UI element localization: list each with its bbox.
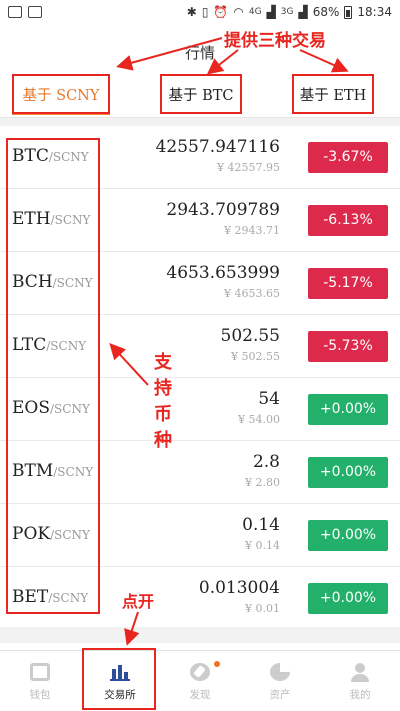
bottom-nav: 钱包 交易所 发现 资产 我的 — [0, 650, 400, 711]
change-badge[interactable]: +0.00% — [308, 394, 388, 425]
change-badge[interactable]: -3.67% — [308, 142, 388, 173]
notification-dot — [214, 661, 220, 667]
pie-icon — [270, 663, 290, 681]
annotation-box-nav-exchange — [82, 648, 156, 710]
last-price: 0.013004 — [198, 578, 280, 598]
last-price: 2943.709789 — [166, 200, 280, 220]
list-bottom-spacer — [0, 627, 400, 643]
price-cny: ¥ 42557.95 — [217, 161, 280, 174]
nav-profile[interactable]: 我的 — [320, 651, 400, 711]
nav-label: 我的 — [349, 689, 371, 701]
nav-wallet[interactable]: 钱包 — [0, 651, 80, 711]
price-cny: ¥ 0.14 — [245, 539, 280, 552]
annotation-box-tab-scny — [12, 74, 110, 114]
change-badge[interactable]: +0.00% — [308, 457, 388, 488]
last-price: 2.8 — [252, 452, 280, 472]
annotation-coins-note: 支持币种 — [154, 352, 172, 451]
nav-label: 发现 — [189, 689, 211, 701]
signal-icon-2: ▟ — [298, 5, 308, 19]
status-right: ✱ ▯ ⏰ ◠ 4G ▟ 3G ▟ 68% 18:34 — [187, 5, 392, 19]
nav-discover[interactable]: 发现 — [160, 651, 240, 711]
notification-icon — [8, 6, 22, 18]
network-3g-label: 3G — [280, 7, 294, 17]
change-badge[interactable]: -5.73% — [308, 331, 388, 362]
list-top-spacer — [0, 118, 400, 126]
status-left-icons — [8, 6, 42, 18]
price-cny: ¥ 54.00 — [238, 413, 280, 426]
nav-assets[interactable]: 资产 — [240, 651, 320, 711]
vibrate-icon: ▯ — [201, 5, 209, 19]
network-4g-label: 4G — [248, 7, 262, 17]
wifi-icon: ◠ — [233, 5, 244, 19]
status-bar: ✱ ▯ ⏰ ◠ 4G ▟ 3G ▟ 68% 18:34 — [0, 0, 400, 28]
change-badge[interactable]: -6.13% — [308, 205, 388, 236]
change-badge[interactable]: -5.17% — [308, 268, 388, 299]
change-badge[interactable]: +0.00% — [308, 520, 388, 551]
bluetooth-icon: ✱ — [186, 5, 197, 19]
wallet-icon — [30, 663, 50, 681]
signal-icon: ▟ — [266, 5, 276, 19]
price-cny: ¥ 2943.71 — [224, 224, 280, 237]
last-price: 42557.947116 — [155, 137, 280, 157]
battery-percent: 68% — [312, 5, 340, 19]
user-icon — [350, 663, 370, 682]
image-icon — [28, 6, 42, 18]
annotation-box-tab-btc — [160, 74, 242, 114]
last-price: 0.14 — [242, 515, 280, 535]
annotation-box-tab-eth — [292, 74, 374, 114]
annotation-nav-note: 点开 — [122, 592, 155, 611]
alarm-icon: ⏰ — [213, 5, 229, 19]
annotation-box-coin-list — [6, 138, 100, 614]
page-title: 行情 — [184, 44, 215, 62]
clock: 18:34 — [357, 5, 392, 19]
last-price: 4653.653999 — [166, 263, 280, 283]
last-price: 54 — [258, 389, 280, 409]
nav-label: 钱包 — [29, 689, 51, 701]
nav-label: 资产 — [269, 689, 291, 701]
price-cny: ¥ 502.55 — [231, 350, 280, 363]
price-cny: ¥ 4653.65 — [224, 287, 280, 300]
change-badge[interactable]: +0.00% — [308, 583, 388, 614]
last-price: 502.55 — [220, 326, 280, 346]
battery-icon — [344, 5, 353, 19]
price-cny: ¥ 0.01 — [245, 602, 280, 615]
price-cny: ¥ 2.80 — [245, 476, 280, 489]
annotation-tabs-note: 提供三种交易 — [224, 31, 326, 51]
compass-icon — [190, 663, 210, 681]
